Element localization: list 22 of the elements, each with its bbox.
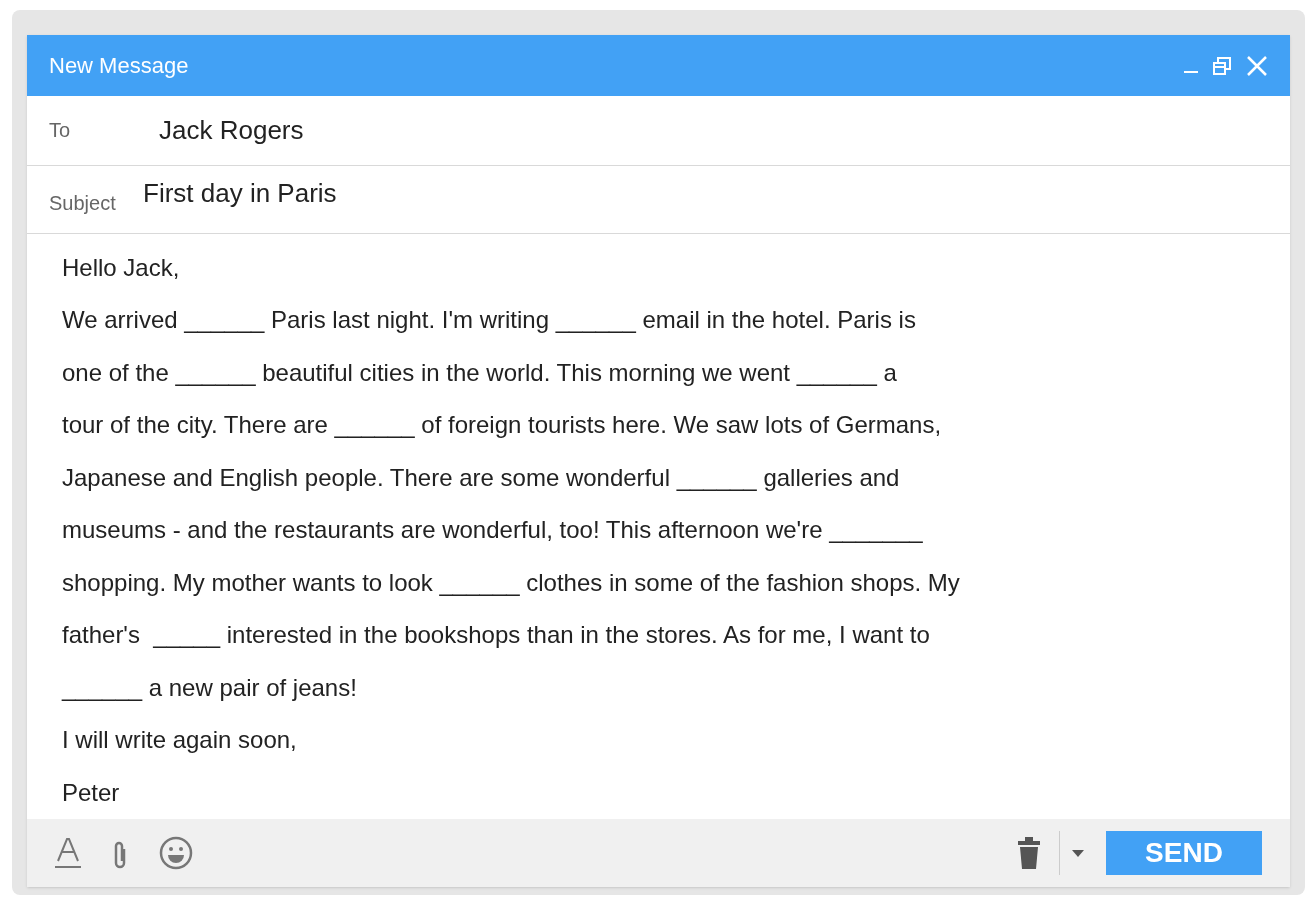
body-text-line: I will write again soon, <box>62 725 298 756</box>
body-text-line: father's _____ interested in the bookshops than in the stores. As for me, I want to <box>62 620 931 651</box>
subject-label: Subject <box>49 190 117 216</box>
body-text-line: shopping. My mother wants to look ______ clothes in some of the fashion shops. My <box>62 567 961 598</box>
body-text-line: Japanese and English people. There are some wonderful ______ galleries and <box>62 462 901 493</box>
body-text-line: Peter <box>62 777 121 808</box>
subject-field[interactable]: First day in Paris <box>143 173 337 213</box>
body-text-line: tour of the city. There are ______ of foreign tourists here. We saw lots of Germans, <box>62 410 943 441</box>
body-text-line: one of the ______ beautiful cities in the world. This morning we went ______ a <box>62 357 898 388</box>
caret-icon[interactable] <box>1072 849 1084 857</box>
trash-icon[interactable] <box>1017 836 1041 871</box>
body-text-line: We arrived ______ Paris last night. I'm writing ______ email in the hotel. Paris is <box>62 305 917 336</box>
emoji-icon[interactable] <box>159 836 193 871</box>
to-field[interactable]: Jack Rogers <box>159 110 304 150</box>
body-text-line: museums - and the restaurants are wonderful, too! This afternoon we're _______ <box>62 515 924 546</box>
close-icon[interactable] <box>1246 54 1268 77</box>
window-title: New Message <box>49 52 190 80</box>
body-text-line: ______ a new pair of jeans! <box>62 672 358 703</box>
pop-out-icon[interactable] <box>1212 55 1232 76</box>
body-text-line: Hello Jack, <box>62 252 181 283</box>
text-format-icon[interactable] <box>55 837 81 870</box>
to-label: To <box>49 118 72 144</box>
